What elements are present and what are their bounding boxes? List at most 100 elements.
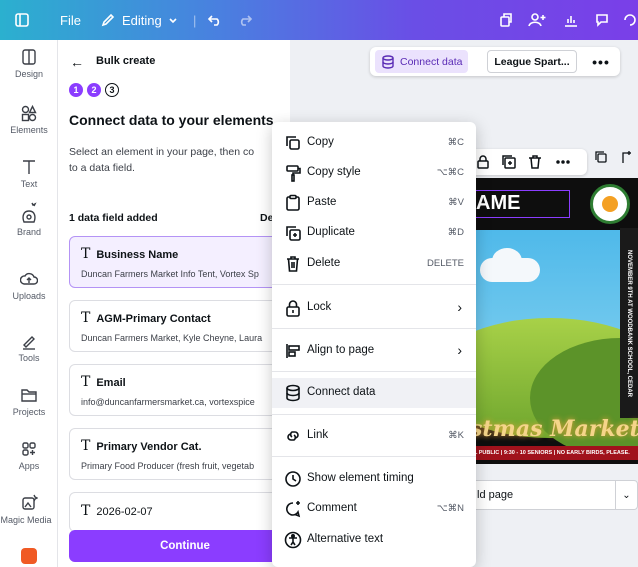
data-field-count: 1 data field added <box>69 212 158 224</box>
menu-item-lock[interactable]: Lock › <box>272 293 476 323</box>
text-field-icon: T <box>81 310 91 326</box>
more-options-button[interactable]: ••• <box>588 50 614 73</box>
trash-icon <box>284 255 302 273</box>
editing-menu[interactable]: Editing <box>100 0 178 40</box>
menu-item-label: Duplicate <box>307 226 355 238</box>
menu-item-show-element-timing[interactable]: Show element timing <box>272 464 476 494</box>
timer-icon <box>284 470 302 488</box>
menu-item-label: Comment <box>307 502 357 514</box>
share-people-icon[interactable] <box>528 0 546 40</box>
menu-item-copy-style[interactable]: Copy style ⌥⌘C <box>272 158 476 188</box>
top-bar: File Editing | <box>0 0 638 40</box>
menu-item-duplicate[interactable]: Duplicate ⌘D <box>272 218 476 248</box>
menu-item-shortcut: ⌥⌘N <box>436 503 464 514</box>
resize-icon[interactable] <box>498 0 514 40</box>
apps-icon <box>22 442 36 456</box>
menu-divider <box>272 456 476 457</box>
rail-item-apps[interactable]: Apps <box>0 440 58 471</box>
menu-item-label: Copy <box>307 136 334 148</box>
back-arrow-icon[interactable]: ← <box>70 54 84 70</box>
page-copy-icon[interactable] <box>594 150 608 169</box>
text-field-icon: T <box>81 374 91 390</box>
undo-icon[interactable] <box>207 0 223 40</box>
lock-icon[interactable] <box>475 154 491 170</box>
rail-label: Elements <box>10 125 48 135</box>
chevron-down-icon: ⌄ <box>615 481 637 509</box>
selection-box <box>472 190 570 218</box>
text-field-icon: T <box>81 246 91 262</box>
rail-item-elements[interactable]: Elements <box>0 104 58 135</box>
rail-item-projects[interactable]: Projects <box>0 386 58 417</box>
lock-icon <box>284 299 302 317</box>
uploads-icon <box>20 272 38 285</box>
accessibility-icon <box>284 531 302 549</box>
pencil-icon <box>101 13 115 27</box>
data-source-button[interactable]: League Spart... <box>487 50 577 73</box>
menu-item-shortcut: ⌥⌘C <box>436 167 464 178</box>
rail-item-tools[interactable]: Tools <box>0 332 58 363</box>
magic-media-icon <box>22 494 38 510</box>
connect-data-label: Connect data <box>400 55 463 68</box>
elements-icon <box>21 104 37 122</box>
text-field-icon: T <box>81 438 91 454</box>
add-page-icon[interactable] <box>620 150 634 169</box>
menu-item-shortcut: DELETE <box>427 258 464 269</box>
field-values: Primary Food Producer (fresh fruit, vege… <box>81 461 255 471</box>
comment-icon[interactable] <box>594 0 610 40</box>
menu-item-label: Paste <box>307 196 337 208</box>
menu-item-align-to-page[interactable]: Align to page › <box>272 336 476 366</box>
sidebar-toggle-icon[interactable] <box>14 0 30 40</box>
menu-item-connect-data[interactable]: Connect data <box>272 378 476 408</box>
left-rail: Design Elements Text Brand Uploads Tools… <box>0 40 58 567</box>
trash-icon[interactable] <box>527 154 543 170</box>
analytics-icon[interactable] <box>563 0 579 40</box>
menu-item-label: Connect data <box>307 386 376 398</box>
farm-logo <box>590 184 630 224</box>
step-indicator: 1 2 3 <box>69 83 119 97</box>
menu-item-label: Delete <box>307 257 341 269</box>
app-shortcut-icon[interactable] <box>21 548 37 564</box>
field-name: T Primary Vendor Cat. <box>81 438 202 454</box>
data-field-card[interactable]: T AGM-Primary Contact Duncan Farmers Mark… <box>69 300 289 352</box>
rail-label: Text <box>20 179 38 189</box>
element-toolbar: Connect data League Spart... ••• <box>370 47 620 76</box>
connect-data-button[interactable]: Connect data <box>375 50 469 73</box>
align-icon <box>284 342 302 360</box>
database-icon <box>382 54 394 69</box>
rail-label: Tools <box>18 353 40 363</box>
data-field-card[interactable]: T Primary Vendor Cat. Primary Food Produc… <box>69 428 289 480</box>
menu-item-alternative-text[interactable]: Alternative text <box>272 525 476 555</box>
menu-item-link[interactable]: Link ⌘K <box>272 421 476 451</box>
design-icon <box>22 49 36 65</box>
page-select[interactable]: ld page ⌄ <box>470 480 638 510</box>
data-field-card[interactable]: T Business Name Duncan Farmers Market Inf… <box>69 236 289 288</box>
comment-icon <box>284 500 302 518</box>
rail-label: Projects <box>12 407 46 417</box>
rail-item-text[interactable]: Text <box>0 158 58 189</box>
menu-item-shortcut: ⌘V <box>448 197 464 208</box>
menu-item-label: Alternative text <box>307 533 384 545</box>
data-field-card[interactable]: T 2026-02-07 <box>69 492 289 532</box>
menu-divider <box>272 414 476 415</box>
rail-item-uploads[interactable]: Uploads <box>0 270 58 301</box>
design-poster[interactable]: AME NOVEMBER 9TH AT WOODBANK SCHOOL, CED… <box>470 178 638 464</box>
more-actions-icon[interactable] <box>622 0 636 40</box>
page-select-value: ld page <box>477 489 514 501</box>
menu-item-paste[interactable]: Paste ⌘V <box>272 188 476 218</box>
menu-item-delete[interactable]: Delete DELETE <box>272 249 476 279</box>
file-menu[interactable]: File <box>60 0 81 40</box>
link-icon <box>284 427 302 445</box>
more-icon[interactable] <box>555 154 571 170</box>
menu-item-comment[interactable]: Comment ⌥⌘N <box>272 494 476 524</box>
continue-button[interactable]: Continue <box>69 530 301 562</box>
rail-item-brand[interactable]: Brand <box>0 202 58 237</box>
rail-item-design[interactable]: Design <box>0 48 58 79</box>
field-name-label: Business Name <box>96 249 179 261</box>
redo-icon[interactable] <box>237 0 253 40</box>
menu-item-copy[interactable]: Copy ⌘C <box>272 128 476 158</box>
rail-item-magic-media[interactable]: Magic Media <box>0 494 58 525</box>
duplicate-icon[interactable] <box>501 154 517 170</box>
brand-icon <box>22 202 37 223</box>
step-2: 2 <box>87 83 101 97</box>
data-field-card[interactable]: T Email info@duncanfarmersmarket.ca, vort… <box>69 364 289 416</box>
